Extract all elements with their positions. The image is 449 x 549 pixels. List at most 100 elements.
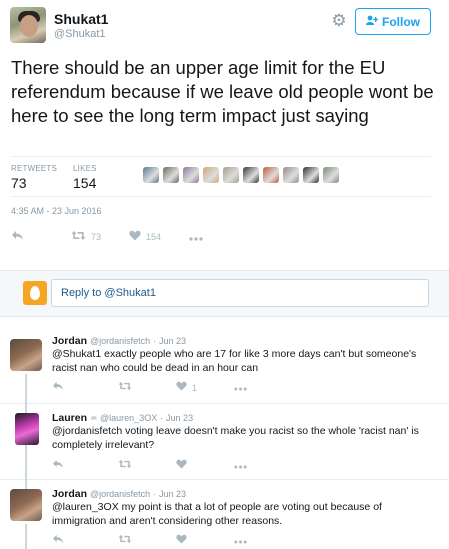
thread-line [25, 524, 27, 549]
heart-icon [176, 534, 187, 548]
reply-icon [52, 534, 64, 548]
main-tweet: Shukat1 @Shukat1 ⚙ Follow There should b… [0, 0, 449, 268]
retweet-action[interactable]: 73 [71, 230, 129, 244]
reply-avatar[interactable] [15, 413, 39, 445]
more-action[interactable] [234, 534, 247, 548]
author-avatar[interactable] [10, 7, 46, 43]
author-name[interactable]: Shukat1 [54, 11, 108, 27]
reply-text: @Shukat1 exactly people who are 17 for l… [52, 348, 417, 374]
reply-author[interactable]: Lauren ♒ @lauren_3OX · Jun 23 [52, 412, 193, 424]
retweets-value: 73 [11, 175, 27, 191]
follow-label: Follow [382, 14, 420, 29]
liker-avatar[interactable] [223, 167, 239, 183]
like-action[interactable] [176, 534, 234, 548]
reply-actions [52, 459, 247, 473]
reply-avatar[interactable] [10, 489, 42, 521]
reply-icon [52, 381, 64, 395]
reply-action[interactable] [52, 534, 118, 548]
retweet-icon [71, 230, 86, 244]
reply-author[interactable]: Jordan @jordanisfetch · Jun 23 [52, 488, 186, 500]
more-action[interactable] [234, 381, 247, 395]
aquarius-badge: ♒ [89, 414, 98, 423]
liker-avatar[interactable] [143, 167, 159, 183]
likers-avatars [143, 167, 339, 183]
reply-icon [11, 230, 24, 244]
reply-author-name: Jordan [52, 335, 88, 347]
liker-avatar[interactable] [323, 167, 339, 183]
likes-value: 154 [73, 175, 97, 191]
more-action[interactable] [234, 459, 247, 473]
tweet-actions: 73 154 [11, 229, 203, 245]
tweet-text: There should be an upper age limit for t… [11, 57, 434, 126]
reply-prefix: Reply to [61, 287, 105, 299]
retweets-label: RETWEETS [11, 164, 58, 173]
retweet-icon [118, 381, 132, 395]
like-action[interactable]: 1 [176, 381, 234, 395]
gear-icon[interactable]: ⚙ [329, 11, 349, 31]
avatar-face [20, 15, 38, 37]
follow-button[interactable]: Follow [355, 8, 431, 35]
more-icon [234, 459, 247, 473]
liker-avatar[interactable] [303, 167, 319, 183]
liker-avatar[interactable] [203, 167, 219, 183]
heart-icon [176, 381, 187, 395]
reply-input[interactable]: Reply to @Shukat1 [51, 279, 429, 307]
reply-author-name: Jordan [52, 488, 88, 500]
like-action[interactable]: 154 [129, 230, 189, 244]
reply-actions [52, 534, 247, 548]
reply-date[interactable]: Jun 23 [159, 489, 186, 499]
reply-text: @lauren_3OX my point is that a lot of pe… [52, 501, 382, 527]
reply-author-name: Lauren [52, 412, 88, 424]
likes-stat[interactable]: LIKES 154 [73, 164, 97, 191]
add-user-icon [366, 15, 379, 28]
tweet-timestamp[interactable]: 4:35 AM - 23 Jun 2016 [11, 206, 102, 216]
reply-text: @jordanisfetch voting leave doesn't make… [52, 425, 419, 451]
more-icon [234, 534, 247, 548]
reply-action[interactable] [52, 381, 118, 395]
liker-avatar[interactable] [183, 167, 199, 183]
reply-author-handle: @lauren_3OX [100, 413, 158, 423]
egg-icon [30, 286, 40, 300]
heart-icon [129, 230, 141, 244]
retweet-action[interactable] [118, 534, 176, 548]
reply-author[interactable]: Jordan @jordanisfetch · Jun 23 [52, 335, 186, 347]
retweet-action[interactable] [118, 381, 176, 395]
reply-action[interactable] [11, 230, 71, 244]
reply-compose: Reply to @Shukat1 [0, 270, 449, 317]
reply-avatar[interactable] [10, 339, 42, 371]
liker-avatar[interactable] [243, 167, 259, 183]
more-icon [189, 230, 203, 244]
retweet-icon [118, 534, 132, 548]
reply-item[interactable]: Lauren ♒ @lauren_3OX · Jun 23 @jordanisf… [0, 404, 449, 480]
likes-label: LIKES [73, 164, 97, 173]
more-icon [234, 381, 247, 395]
divider [11, 196, 431, 197]
reply-author-handle: @jordanisfetch [89, 336, 151, 346]
heart-icon [176, 459, 187, 473]
more-action[interactable] [189, 230, 203, 244]
author-handle[interactable]: @Shukat1 [54, 28, 106, 40]
like-action[interactable] [176, 459, 234, 473]
reply-icon [52, 459, 64, 473]
reply-mention: @Shukat1 [104, 287, 156, 299]
reply-item[interactable]: Jordan @jordanisfetch · Jun 23 @Shukat1 … [0, 326, 449, 404]
retweet-icon [118, 459, 132, 473]
reply-actions: 1 [52, 381, 247, 395]
like-count: 154 [146, 232, 162, 242]
liker-avatar[interactable] [283, 167, 299, 183]
reply-action[interactable] [52, 459, 118, 473]
reply-item[interactable]: Jordan @jordanisfetch · Jun 23 @lauren_3… [0, 480, 449, 549]
thread-line [25, 374, 27, 404]
divider [11, 156, 431, 157]
retweets-stat[interactable]: RETWEETS 73 [11, 164, 57, 191]
reply-date[interactable]: Jun 23 [166, 413, 193, 423]
reply-author-handle: @jordanisfetch [89, 489, 151, 499]
retweet-count: 73 [91, 232, 102, 242]
thread-line [25, 480, 27, 489]
retweet-action[interactable] [118, 459, 176, 473]
liker-avatar[interactable] [263, 167, 279, 183]
like-count: 1 [192, 383, 198, 393]
egg-avatar [23, 281, 47, 305]
reply-date[interactable]: Jun 23 [159, 336, 186, 346]
liker-avatar[interactable] [163, 167, 179, 183]
